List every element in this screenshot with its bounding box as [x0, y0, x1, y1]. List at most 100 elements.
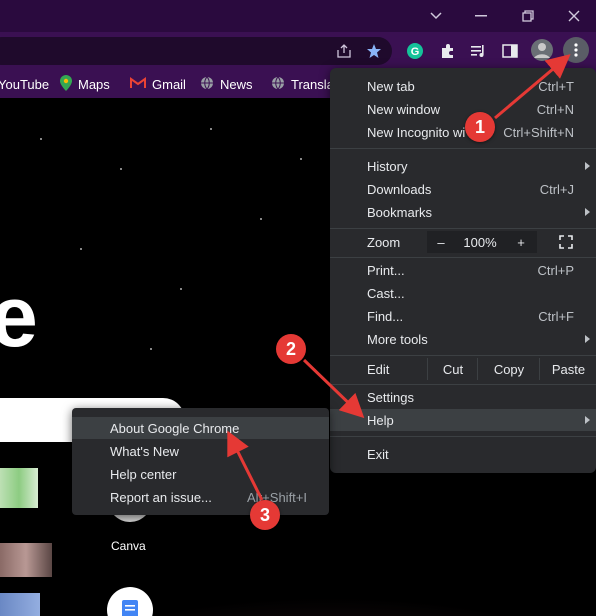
menu-item-label: New tab [367, 78, 415, 94]
shortcut-tile[interactable] [0, 593, 40, 616]
menu-item-cast[interactable]: Cast... [330, 282, 596, 304]
side-panel-icon[interactable] [499, 40, 521, 62]
restore-icon[interactable] [518, 6, 538, 26]
submenu-item-whats-new[interactable]: What's New [72, 440, 329, 462]
star [300, 158, 302, 160]
bookmark-news[interactable]: News [200, 76, 253, 92]
copy-button[interactable]: Copy [477, 358, 540, 380]
submenu-item-label: What's New [110, 443, 179, 459]
share-icon[interactable] [333, 40, 355, 62]
help-submenu: About Google Chrome What's New Help cent… [72, 408, 329, 515]
submenu-arrow-icon [585, 416, 590, 424]
star [120, 168, 122, 170]
zoom-out-button[interactable]: – [427, 231, 455, 253]
annotation-badge-3: 3 [250, 500, 280, 530]
globe-icon [271, 76, 285, 93]
menu-item-label: Downloads [367, 181, 432, 197]
menu-item-help[interactable]: Help [330, 409, 596, 431]
grammarly-icon[interactable]: G [404, 40, 426, 62]
canva-shortcut-label[interactable]: Canva [111, 539, 146, 553]
chrome-main-menu: New tab Ctrl+T New window Ctrl+N New Inc… [330, 68, 596, 473]
submenu-item-help-center[interactable]: Help center [72, 463, 329, 485]
menu-item-settings[interactable]: Settings [330, 386, 596, 408]
star [180, 288, 182, 290]
menu-item-label: Bookmarks [367, 204, 433, 220]
star [40, 138, 42, 140]
menu-item-new-tab[interactable]: New tab Ctrl+T [330, 75, 596, 97]
edit-row: Edit Cut Copy Paste [330, 358, 596, 380]
submenu-item-label: Help center [110, 466, 177, 482]
bookmark-label: Maps [78, 76, 110, 92]
bookmark-label: Gmail [152, 76, 186, 92]
menu-separator [330, 384, 596, 385]
menu-item-shortcut: Ctrl+Shift+N [503, 124, 574, 140]
menu-item-exit[interactable]: Exit [330, 443, 596, 465]
edit-label: Edit [367, 361, 390, 377]
bookmark-label: News [220, 76, 253, 92]
menu-item-label: Find... [367, 308, 404, 324]
shortcut-tile[interactable] [0, 543, 52, 577]
menu-item-label: Print... [367, 262, 405, 278]
menu-item-label: New window [367, 101, 440, 117]
bookmark-star-icon[interactable] [363, 40, 385, 62]
fullscreen-icon[interactable] [552, 231, 580, 253]
zoom-in-button[interactable]: + [505, 231, 537, 253]
menu-item-label: More tools [367, 331, 428, 347]
menu-item-downloads[interactable]: Downloads Ctrl+J [330, 178, 596, 200]
zoom-row: Zoom – 100% + [330, 231, 596, 253]
menu-separator [330, 228, 596, 229]
menu-item-label: New Incognito wi [367, 124, 466, 140]
zoom-level: 100% [463, 234, 497, 250]
bookmark-label: YouTube [0, 76, 50, 92]
star [150, 348, 152, 350]
paste-button[interactable]: Paste [539, 358, 596, 380]
docs-shortcut-tile[interactable] [107, 587, 153, 616]
menu-item-shortcut: Ctrl+F [538, 308, 574, 324]
bookmark-maps[interactable]: Maps [60, 74, 110, 94]
menu-item-shortcut: Ctrl+J [539, 181, 574, 197]
chrome-menu-kebab-icon[interactable] [563, 37, 589, 63]
menu-item-print[interactable]: Print... Ctrl+P [330, 259, 596, 281]
bookmark-youtube[interactable]: YouTube [0, 76, 49, 92]
gmail-icon [130, 76, 146, 92]
submenu-item-label: Report an issue... [110, 489, 212, 505]
submenu-arrow-icon [585, 162, 590, 170]
zoom-label: Zoom [367, 234, 401, 250]
close-icon[interactable] [564, 6, 584, 26]
google-logo-fragment: e [0, 269, 38, 365]
zoom-controls: – 100% + [427, 231, 537, 253]
menu-item-history[interactable]: History [330, 155, 596, 177]
star [210, 128, 212, 130]
menu-item-label: Exit [367, 446, 389, 462]
menu-separator [330, 355, 596, 356]
star [260, 218, 262, 220]
submenu-item-about-chrome[interactable]: About Google Chrome [72, 417, 329, 439]
minimize-icon[interactable] [471, 6, 491, 26]
extensions-puzzle-icon[interactable] [437, 40, 459, 62]
docs-icon [121, 599, 139, 616]
menu-item-shortcut: Ctrl+N [536, 101, 574, 117]
menu-item-bookmarks[interactable]: Bookmarks [330, 201, 596, 223]
bookmark-translate[interactable]: Transla [271, 76, 334, 92]
cut-button[interactable]: Cut [427, 358, 478, 380]
submenu-item-report-issue[interactable]: Report an issue... Alt+Shift+I [72, 486, 329, 508]
title-bar [0, 0, 596, 32]
submenu-arrow-icon [585, 335, 590, 343]
maps-icon [60, 74, 72, 94]
media-queue-icon[interactable] [467, 40, 489, 62]
menu-separator [330, 257, 596, 258]
submenu-item-label: About Google Chrome [110, 420, 240, 436]
submenu-arrow-icon [585, 208, 590, 216]
svg-text:G: G [411, 46, 420, 58]
menu-item-label: Settings [367, 389, 414, 405]
menu-item-more-tools[interactable]: More tools [330, 328, 596, 350]
profile-avatar[interactable] [530, 38, 554, 62]
menu-item-new-incognito[interactable]: New Incognito wi Ctrl+Shift+N [330, 121, 596, 143]
tab-search-chevron-icon[interactable] [426, 6, 446, 26]
bookmark-gmail[interactable]: Gmail [130, 76, 186, 92]
menu-item-new-window[interactable]: New window Ctrl+N [330, 98, 596, 120]
shortcut-tile[interactable] [0, 468, 38, 508]
menu-item-find[interactable]: Find... Ctrl+F [330, 305, 596, 327]
menu-item-label: Help [367, 412, 394, 428]
bookmark-label: Transla [291, 76, 334, 92]
